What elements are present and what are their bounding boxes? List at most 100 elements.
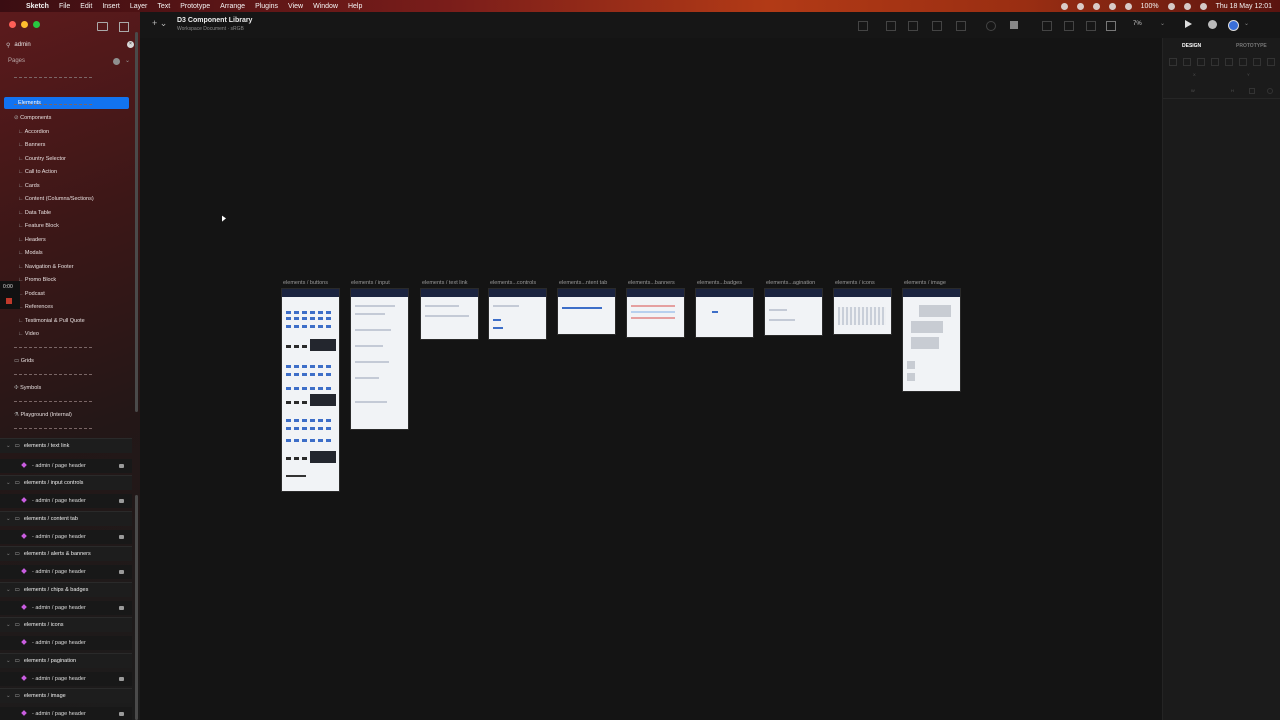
align-bottom-icon[interactable]: [1239, 58, 1247, 66]
artboard-label[interactable]: elements / text link: [422, 280, 468, 286]
layer-order-icon[interactable]: [1106, 21, 1116, 31]
minimize-window-button[interactable]: [21, 21, 28, 28]
chevron-down-icon[interactable]: ⌄: [6, 693, 11, 699]
layer-group[interactable]: ⌄ ▭ elements / chips & badges: [0, 582, 132, 597]
menu-app[interactable]: Sketch: [26, 3, 49, 10]
artboard-label[interactable]: elements / input: [351, 280, 390, 286]
artboard-label[interactable]: elements / buttons: [283, 280, 328, 286]
menu-layer[interactable]: Layer: [130, 3, 148, 10]
menu-prototype[interactable]: Prototype: [180, 3, 210, 10]
tab-prototype[interactable]: PROTOTYPE: [1236, 43, 1267, 49]
wifi-icon[interactable]: [1167, 2, 1175, 10]
layer-item[interactable]: - admin / page header: [0, 565, 132, 579]
lock-icon[interactable]: [119, 535, 124, 539]
layer-item[interactable]: - admin / page header: [0, 530, 132, 544]
lock-icon[interactable]: [119, 570, 124, 574]
artboard-pagination[interactable]: [764, 288, 823, 336]
artboard-label[interactable]: elements / icons: [835, 280, 875, 286]
align-top-icon[interactable]: [1211, 58, 1219, 66]
sidebar-toggle-icon[interactable]: [97, 22, 108, 31]
page-item[interactable]: ∟ Video: [0, 328, 132, 340]
menu-insert[interactable]: Insert: [102, 3, 120, 10]
menu-window[interactable]: Window: [313, 3, 338, 10]
menu-edit[interactable]: Edit: [80, 3, 92, 10]
page-item[interactable]: ∟ Call to Action: [0, 166, 132, 178]
chevron-down-icon[interactable]: ⌄: [6, 480, 11, 486]
distribute-icon[interactable]: [1267, 58, 1275, 66]
artboard-icons[interactable]: [833, 288, 892, 335]
play-icon[interactable]: [1185, 20, 1192, 28]
align-icon[interactable]: [932, 21, 942, 31]
artboard-content-tab[interactable]: [557, 288, 616, 335]
sidebar-scrollbar[interactable]: [135, 32, 138, 412]
layers-scrollbar[interactable]: [135, 495, 138, 720]
chevron-down-icon[interactable]: ⌄: [6, 658, 11, 664]
menu-plugins[interactable]: Plugins: [255, 3, 278, 10]
artboard-banners[interactable]: [626, 288, 685, 338]
align-icon[interactable]: [908, 21, 918, 31]
align-left-icon[interactable]: [1169, 58, 1177, 66]
layer-group[interactable]: ⌄ ▭ elements / input controls: [0, 475, 132, 490]
layer-group[interactable]: ⌄ ▭ elements / alerts & banners: [0, 546, 132, 561]
layer-item[interactable]: - admin / page header: [0, 459, 132, 473]
artboard-label[interactable]: elements / image: [904, 280, 946, 286]
page-item[interactable]: ∟ Feature Block: [0, 220, 132, 232]
artboard-badges[interactable]: [695, 288, 754, 338]
artboard-label[interactable]: elements...agination: [766, 280, 815, 286]
close-window-button[interactable]: [9, 21, 16, 28]
align-right-icon[interactable]: [1197, 58, 1205, 66]
tab-design[interactable]: DESIGN: [1182, 43, 1201, 49]
page-item[interactable]: ∟ Accordion: [0, 126, 132, 138]
menu-help[interactable]: Help: [348, 3, 362, 10]
zoom-window-button[interactable]: [33, 21, 40, 28]
page-item[interactable]: ∟ Cards: [0, 180, 132, 192]
record-icon[interactable]: [6, 298, 12, 304]
page-item-selected[interactable]: Elements: [4, 97, 129, 109]
layer-order-icon[interactable]: [1086, 21, 1096, 31]
page-item[interactable]: ∟ Banners: [0, 139, 132, 151]
page-item[interactable]: ∟ Country Selector: [0, 153, 132, 165]
layer-order-icon[interactable]: [1042, 21, 1052, 31]
page-item[interactable]: ∟ Content (Columns/Sections): [0, 193, 132, 205]
align-middle-icon[interactable]: [1225, 58, 1233, 66]
lock-ratio-icon[interactable]: [1249, 88, 1255, 94]
page-item[interactable]: ∟ Navigation & Footer: [0, 261, 132, 273]
artboard-controls[interactable]: [488, 288, 547, 340]
layer-group[interactable]: ⌄ ▭ elements / pagination: [0, 653, 132, 668]
chevron-down-icon[interactable]: ⌄: [1244, 20, 1249, 27]
lock-icon[interactable]: [119, 677, 124, 681]
layer-group[interactable]: ⌄ ▭ elements / icons: [0, 617, 132, 632]
menu-file[interactable]: File: [59, 3, 70, 10]
status-icon[interactable]: [1060, 2, 1068, 10]
lock-icon[interactable]: [119, 606, 124, 610]
chevron-down-icon[interactable]: ⌄: [6, 443, 11, 449]
artboard-image[interactable]: [902, 288, 961, 392]
user-avatar[interactable]: [1228, 20, 1239, 31]
lock-icon[interactable]: [119, 464, 124, 468]
page-item[interactable]: ∟ Modals: [0, 247, 132, 259]
layer-item[interactable]: - admin / page header: [0, 601, 132, 615]
status-icon[interactable]: [1092, 2, 1100, 10]
page-item[interactable]: ∟ Headers: [0, 234, 132, 246]
fill-icon[interactable]: [1010, 21, 1018, 29]
comments-icon[interactable]: [1208, 20, 1217, 29]
page-item-playground[interactable]: ⚗ Playground (Internal): [0, 409, 132, 421]
status-icon[interactable]: [1076, 2, 1084, 10]
components-icon[interactable]: [119, 22, 129, 32]
layer-order-icon[interactable]: [1064, 21, 1074, 31]
layer-group[interactable]: ⌄ ▭ elements / image: [0, 688, 132, 703]
search-input[interactable]: admin: [14, 42, 30, 48]
align-icon[interactable]: [886, 21, 896, 31]
artboard-text-link[interactable]: [420, 288, 479, 340]
clear-search-icon[interactable]: ×: [127, 41, 134, 48]
zoom-level[interactable]: 7%: [1133, 21, 1142, 27]
chevron-down-icon[interactable]: ⌄: [1160, 20, 1165, 27]
boolean-icon[interactable]: [986, 21, 996, 31]
control-center-icon[interactable]: [1199, 2, 1207, 10]
lock-icon[interactable]: [119, 499, 124, 503]
page-item[interactable]: ∟ Data Table: [0, 207, 132, 219]
layer-group[interactable]: ⌄ ▭ elements / content tab: [0, 511, 132, 526]
page-item[interactable]: ⊘ Components: [0, 112, 132, 124]
page-item[interactable]: ∟ Testimonial & Pull Quote: [0, 315, 132, 327]
layer-group[interactable]: ⌄ ▭ elements / text link: [0, 438, 132, 453]
